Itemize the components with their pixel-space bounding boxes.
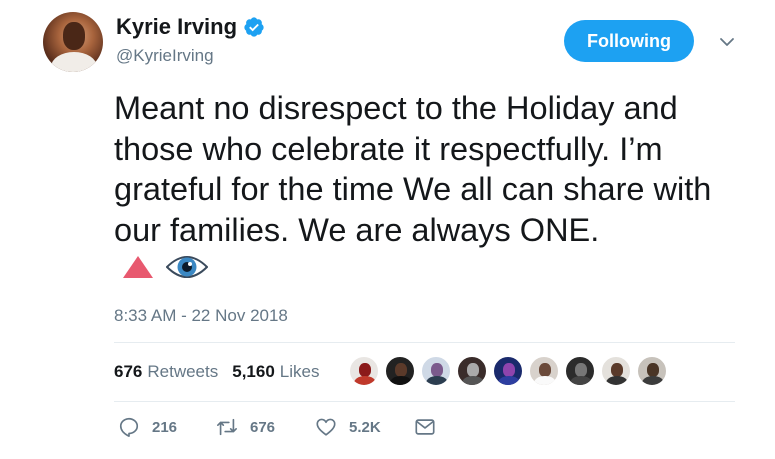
divider (114, 342, 735, 343)
retweets-stat[interactable]: 676 Retweets (114, 362, 218, 382)
tweet-timestamp[interactable]: 8:33 AM - 22 Nov 2018 (114, 306, 288, 326)
red-triangle-up-icon (123, 256, 153, 278)
liker-avatar[interactable] (492, 355, 524, 387)
liker-avatar[interactable] (348, 355, 380, 387)
envelope-icon (415, 419, 435, 435)
user-avatar[interactable] (43, 12, 103, 72)
likes-stat[interactable]: 5,160 Likes (232, 362, 319, 382)
chevron-down-icon[interactable] (719, 34, 735, 50)
avatar-shoulder (51, 52, 97, 72)
retweet-count: 676 (250, 418, 276, 436)
heart-icon (316, 418, 336, 436)
tweet-stats: 676 Retweets 5,160 Likes (114, 362, 319, 382)
reply-button[interactable]: 216 (118, 416, 177, 438)
likes-count: 5,160 (232, 362, 275, 381)
liker-avatar[interactable] (636, 355, 668, 387)
tweet-text: Meant no disrespect to the Holiday and t… (114, 90, 712, 248)
reply-icon (119, 417, 139, 437)
emoji-row (122, 252, 208, 282)
display-name[interactable]: Kyrie Irving (116, 14, 237, 40)
likes-label: Likes (279, 362, 320, 381)
avatar-head (63, 22, 85, 50)
user-handle[interactable]: @KyrieIrving (116, 46, 214, 66)
divider (114, 401, 735, 402)
like-button[interactable]: 5.2K (315, 416, 381, 438)
eye-icon (166, 256, 208, 278)
reply-count: 216 (152, 418, 178, 436)
liker-avatar[interactable] (564, 355, 596, 387)
retweets-label: Retweets (147, 362, 219, 381)
like-count: 5.2K (349, 418, 381, 436)
liker-avatar[interactable] (456, 355, 488, 387)
following-button[interactable]: Following (564, 20, 694, 62)
direct-message-button[interactable] (414, 416, 436, 438)
liker-avatar[interactable] (384, 355, 416, 387)
liker-avatar[interactable] (420, 355, 452, 387)
retweets-count: 676 (114, 362, 143, 381)
retweet-icon (217, 418, 237, 436)
liker-avatar[interactable] (528, 355, 560, 387)
liker-avatar[interactable] (600, 355, 632, 387)
verified-badge-icon (244, 17, 264, 37)
retweet-button[interactable]: 676 (216, 416, 275, 438)
